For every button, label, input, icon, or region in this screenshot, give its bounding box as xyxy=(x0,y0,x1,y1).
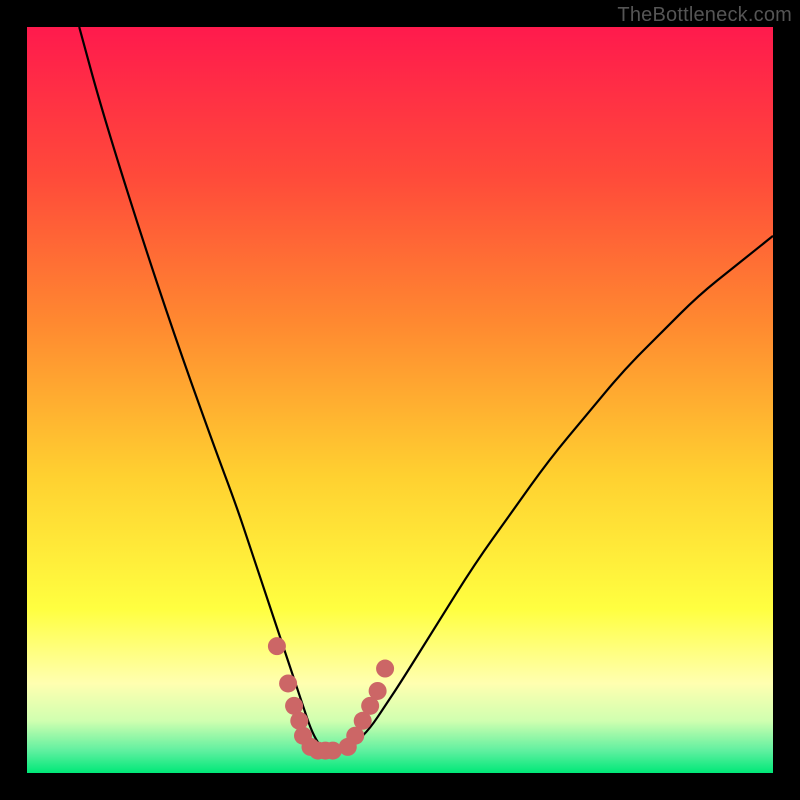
marker-dot xyxy=(369,682,387,700)
watermark-text: TheBottleneck.com xyxy=(617,4,792,27)
marker-cluster-left xyxy=(268,637,342,759)
marker-dot xyxy=(279,674,297,692)
chart-frame xyxy=(27,27,773,773)
marker-dot xyxy=(376,660,394,678)
marker-cluster-right xyxy=(339,660,394,756)
curve-line xyxy=(79,27,773,751)
chart-plot-area xyxy=(27,27,773,773)
marker-dot xyxy=(268,637,286,655)
